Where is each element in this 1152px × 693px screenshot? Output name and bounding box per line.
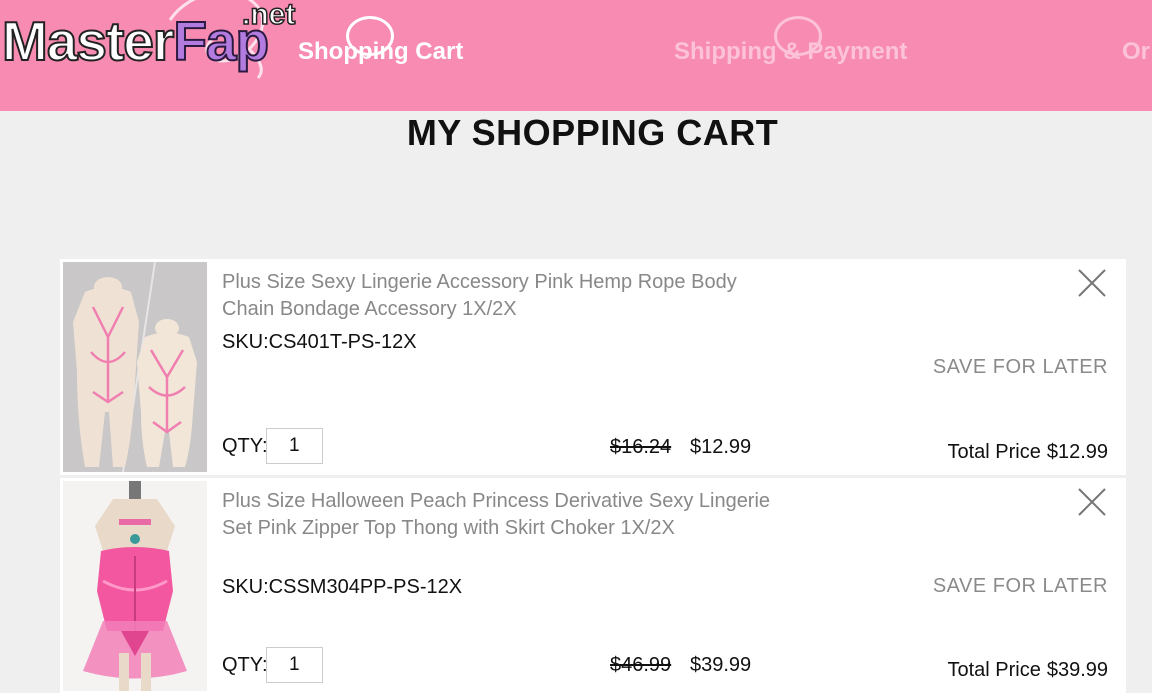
watermark-text-master: Master bbox=[1, 10, 175, 72]
item-total: Total Price $39.99 bbox=[947, 659, 1108, 682]
quantity-input[interactable] bbox=[266, 647, 323, 683]
original-price: $16.24 bbox=[610, 436, 672, 458]
step-label: Or bbox=[1122, 38, 1151, 65]
sale-price: $12.99 bbox=[690, 436, 752, 458]
product-sku: SKU:CSSM304PP-PS-12X bbox=[222, 576, 463, 598]
step-order: Or bbox=[1122, 38, 1150, 66]
qty-label: QTY: bbox=[222, 654, 268, 676]
cart-item: Plus Size Halloween Peach Princess Deriv… bbox=[60, 478, 1126, 693]
total-price-value: $12.99 bbox=[1046, 441, 1108, 463]
step-shopping-cart: Shopping Cart bbox=[298, 16, 463, 66]
step-shipping-payment: Shipping & Payment bbox=[674, 16, 907, 66]
product-sku: SKU:CS401T-PS-12X bbox=[222, 331, 417, 353]
quantity-input[interactable] bbox=[266, 428, 323, 464]
total-price-value: $39.99 bbox=[1046, 659, 1108, 681]
remove-item-close-icon[interactable] bbox=[1076, 486, 1108, 518]
product-title[interactable]: Plus Size Sexy Lingerie Accessory Pink H… bbox=[222, 269, 782, 323]
sale-price: $39.99 bbox=[690, 654, 752, 676]
qty-label: QTY: bbox=[222, 435, 268, 457]
checkout-header: MasterFap .net Shopping Cart Shipping & … bbox=[0, 0, 1152, 111]
product-photo-icon bbox=[63, 262, 207, 472]
product-thumbnail[interactable] bbox=[63, 481, 207, 691]
item-total: Total Price $12.99 bbox=[947, 441, 1108, 464]
product-photo-icon bbox=[63, 481, 207, 691]
watermark-text-net: .net bbox=[241, 0, 296, 32]
page-title: MY SHOPPING CART bbox=[406, 112, 779, 153]
save-for-later-button[interactable]: SAVE FOR LATER bbox=[933, 356, 1108, 379]
product-thumbnail[interactable] bbox=[63, 262, 207, 472]
remove-item-close-icon[interactable] bbox=[1076, 267, 1108, 299]
total-price-label: Total Price bbox=[947, 659, 1041, 681]
step-1-circle-icon bbox=[346, 16, 394, 56]
total-price-label: Total Price bbox=[947, 441, 1041, 463]
step-2-circle-icon bbox=[774, 16, 822, 56]
original-price: $46.99 bbox=[610, 654, 672, 676]
save-for-later-button[interactable]: SAVE FOR LATER bbox=[933, 575, 1108, 598]
product-title[interactable]: Plus Size Halloween Peach Princess Deriv… bbox=[222, 488, 782, 542]
watermark-logo: MasterFap .net bbox=[0, 0, 310, 88]
cart-item: Plus Size Sexy Lingerie Accessory Pink H… bbox=[60, 259, 1126, 475]
